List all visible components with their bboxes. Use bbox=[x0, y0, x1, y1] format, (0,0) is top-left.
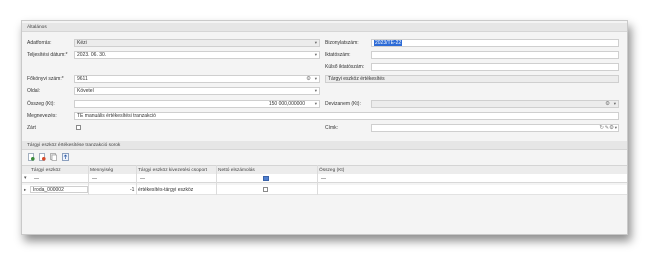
osszeg-field[interactable]: 150 000,000000 ▾ bbox=[74, 100, 320, 108]
grid-section-header[interactable]: Tárgyi eszköz értékesítése tranzakció so… bbox=[22, 141, 627, 150]
dropdown-icon: ▾ bbox=[613, 101, 616, 106]
column-divider bbox=[317, 165, 318, 195]
adatforras-label: Adatforrás: bbox=[27, 40, 52, 46]
kulso-iktatoszam-field[interactable] bbox=[371, 63, 619, 71]
delete-row-icon[interactable] bbox=[39, 153, 46, 161]
kulso-iktatoszam-label: Külső iktatószám: bbox=[325, 64, 365, 70]
megnevezes-label: Megnevezés: bbox=[27, 113, 57, 119]
export-icon[interactable] bbox=[62, 153, 69, 161]
dropdown-icon[interactable]: ▾ bbox=[315, 76, 317, 82]
adatforras-field: Kézi ▾ bbox=[74, 39, 320, 47]
fokonyvi-szam-value: 9611 bbox=[77, 76, 88, 82]
gear-icon[interactable]: ⚙ bbox=[306, 76, 311, 82]
quantity-cell[interactable]: -1 bbox=[130, 187, 134, 193]
filter-icon[interactable]: ▾ bbox=[24, 175, 27, 181]
grid-section-title: Tárgyi eszköz értékesítése tranzakció so… bbox=[27, 142, 121, 148]
dropdown-icon[interactable]: ▾ bbox=[615, 125, 617, 131]
megnevezes-field[interactable]: TE manuális értékesítési tranzakció bbox=[74, 112, 619, 120]
column-header-asset[interactable]: Tárgyi eszköz bbox=[31, 168, 61, 173]
fokonyvi-szam-field[interactable]: 9611 ⚙ ▾ bbox=[74, 75, 320, 83]
megnevezes-value: TE manuális értékesítési tranzakció bbox=[77, 113, 156, 119]
filter-net-checkbox[interactable] bbox=[263, 175, 269, 181]
bizonylatszam-value: 2023/TÉ-22 bbox=[374, 40, 403, 46]
devizanem-label: Devizanem (Kt): bbox=[325, 101, 361, 107]
copy-row-icon[interactable] bbox=[50, 153, 57, 161]
asset-cell-editor[interactable]: Iroda_000002 bbox=[30, 185, 88, 193]
filter-asset[interactable]: — bbox=[34, 176, 39, 182]
bizonylatszam-field[interactable]: 2023/TÉ-22 bbox=[371, 39, 619, 47]
devizanem-field: ⚙ ▾ bbox=[371, 100, 619, 108]
osszeg-value: 150 000,000000 bbox=[268, 101, 305, 107]
cimke-label: Címk: bbox=[325, 125, 339, 131]
tipus-field: Tárgyi eszköz értékesítés bbox=[325, 75, 619, 83]
column-header-quantity[interactable]: Mennyiség bbox=[90, 168, 113, 173]
iktatoszam-label: Iktatószám: bbox=[325, 52, 351, 58]
zart-label: Zárt bbox=[27, 125, 36, 131]
bizonylatszam-label: Bizonylatszám: bbox=[325, 40, 359, 46]
column-divider bbox=[88, 165, 89, 195]
net-checkbox[interactable] bbox=[263, 186, 268, 192]
oldal-label: Oldal: bbox=[27, 88, 41, 94]
column-divider bbox=[216, 165, 217, 195]
osszeg-label: Összeg (Kt): bbox=[27, 101, 55, 107]
column-divider bbox=[136, 165, 137, 195]
refresh-icon[interactable]: ↻ bbox=[599, 125, 604, 131]
column-header-net[interactable]: Nettó elszámolás bbox=[218, 168, 255, 173]
teljesitesi-datum-field[interactable]: 2023. 06. 30. ▾ bbox=[74, 51, 320, 59]
cimke-field[interactable]: ↻ ✎ ⚙ ▾ bbox=[371, 124, 619, 132]
filter-amount[interactable]: — bbox=[321, 176, 326, 182]
oldal-select[interactable]: Követel ▾ bbox=[74, 87, 320, 95]
tipus-value: Tárgyi eszköz értékesítés bbox=[328, 76, 385, 82]
filter-quantity[interactable]: — bbox=[92, 176, 97, 182]
group-cell[interactable]: értékesítés-tárgyi eszköz bbox=[138, 187, 193, 193]
dropdown-icon[interactable]: ▾ bbox=[315, 101, 317, 107]
teljesitesi-datum-value: 2023. 06. 30. bbox=[77, 52, 107, 58]
teljesitesi-datum-label: Teljesítési dátum:* bbox=[27, 52, 68, 58]
iktatoszam-field[interactable] bbox=[371, 51, 619, 59]
table-row[interactable]: ▸ Iroda_000002 -1 értékesítés-tárgyi esz… bbox=[22, 185, 627, 195]
row-indicator-icon: ▸ bbox=[24, 186, 27, 192]
dropdown-icon: ▾ bbox=[314, 40, 317, 45]
general-section-header[interactable]: Általános bbox=[22, 23, 627, 32]
fokonyvi-szam-label: Főkönyvi szám:* bbox=[27, 76, 64, 82]
column-header-amount[interactable]: Összeg (Kt) bbox=[319, 168, 344, 173]
filter-group[interactable]: — bbox=[140, 176, 145, 182]
adatforras-value: Kézi bbox=[77, 40, 87, 46]
gear-icon: ⚙ bbox=[605, 100, 610, 107]
add-row-icon[interactable] bbox=[28, 153, 35, 161]
column-header-group[interactable]: Tárgyi eszköz kivezetési csoport bbox=[138, 168, 207, 173]
zart-checkbox[interactable] bbox=[76, 125, 81, 130]
general-section-title: Általános bbox=[27, 24, 47, 30]
asset-cell: Iroda_000002 bbox=[33, 187, 64, 193]
date-dropdown-icon[interactable]: ▾ bbox=[315, 52, 317, 58]
dropdown-icon[interactable]: ▾ bbox=[315, 88, 317, 94]
gear-icon[interactable]: ⚙ bbox=[609, 125, 614, 131]
transaction-form-window: Általános Adatforrás: Kézi ▾ Teljesítési… bbox=[21, 20, 628, 235]
oldal-value: Követel bbox=[77, 88, 94, 94]
grid-filter-row: ▾ — — — — bbox=[22, 174, 627, 183]
